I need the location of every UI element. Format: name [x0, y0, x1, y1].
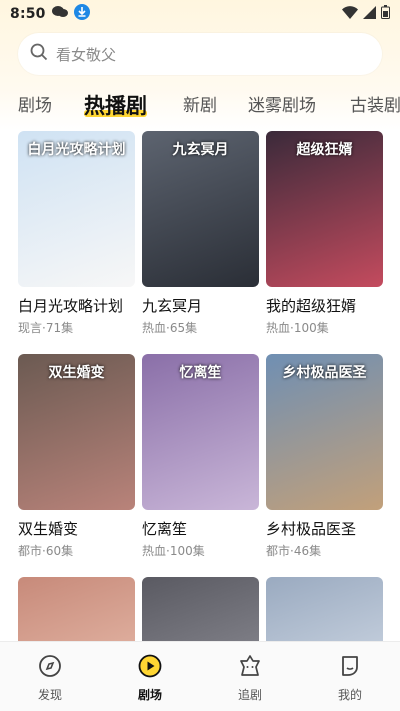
search-bar[interactable]: 看女敬父: [18, 33, 382, 75]
nav-profile[interactable]: 我的: [300, 642, 400, 711]
nav-discover[interactable]: 发现: [0, 642, 100, 711]
drama-card[interactable]: 超级狂婿 我的超级狂婿 热血·100集: [266, 131, 383, 336]
tab-trending[interactable]: 热播剧: [84, 86, 147, 126]
drama-card[interactable]: 九玄冥月 九玄冥月 热血·65集: [142, 131, 259, 336]
drama-title: 白月光攻略计划: [18, 297, 124, 315]
drama-poster[interactable]: 忆离笙: [142, 354, 259, 510]
bottom-nav: 发现 剧场 追剧 我的: [0, 641, 400, 711]
status-bar: 8:50: [0, 0, 400, 28]
follow-icon: [238, 654, 262, 682]
drama-meta: 热血·65集: [142, 321, 198, 335]
download-notification-icon: [73, 4, 90, 24]
signal-icon: [363, 5, 376, 23]
drama-poster[interactable]: 乡村极品医圣: [266, 354, 383, 510]
search-placeholder: 看女敬父: [56, 45, 117, 64]
poster-title: 九玄冥月: [172, 142, 229, 158]
drama-card[interactable]: 忆离笙 忆离笙 热血·100集: [142, 354, 259, 559]
drama-poster[interactable]: 九玄冥月: [142, 131, 259, 287]
drama-meta: 热血·100集: [266, 321, 329, 335]
category-tabs: 剧场 热播剧 新剧 迷雾剧场 古装剧: [0, 86, 400, 126]
drama-title: 我的超级狂婿: [266, 297, 357, 315]
poster-title: 双生婚变: [48, 365, 105, 381]
app-screen: 8:50 看女敬父 剧场 热播剧 新剧 迷雾剧场 古装剧 白月光攻略计划 白月光…: [0, 0, 400, 711]
theater-icon: [137, 654, 163, 682]
drama-title: 双生婚变: [18, 520, 79, 538]
drama-title: 乡村极品医圣: [266, 520, 357, 538]
status-time: 8:50: [10, 6, 46, 22]
search-icon: [30, 43, 48, 65]
drama-poster[interactable]: 白月光攻略计划: [18, 131, 135, 287]
discover-icon: [38, 654, 62, 682]
drama-meta: 都市·60集: [18, 544, 74, 558]
tab-new[interactable]: 新剧: [183, 86, 217, 126]
poster-title: 乡村极品医圣: [282, 365, 367, 381]
drama-card[interactable]: 双生婚变 双生婚变 都市·60集: [18, 354, 135, 559]
nav-follow[interactable]: 追剧: [200, 642, 300, 711]
poster-title: 超级狂婿: [296, 142, 353, 158]
battery-icon: [381, 5, 390, 23]
chat-notification-icon: [51, 6, 68, 22]
poster-title: 白月光攻略计划: [27, 142, 126, 158]
wifi-icon: [342, 5, 358, 23]
nav-follow-label: 追剧: [237, 688, 262, 702]
drama-title: 忆离笙: [142, 520, 188, 538]
nav-discover-label: 发现: [37, 688, 62, 702]
drama-card[interactable]: 白月光攻略计划 白月光攻略计划 现言·71集: [18, 131, 135, 336]
tab-costume[interactable]: 古装剧: [350, 86, 400, 126]
drama-poster[interactable]: 超级狂婿: [266, 131, 383, 287]
tab-mystery[interactable]: 迷雾剧场: [248, 86, 316, 126]
drama-title: 九玄冥月: [142, 297, 203, 315]
nav-theater-label: 剧场: [137, 688, 162, 702]
drama-card[interactable]: 乡村极品医圣 乡村极品医圣 都市·46集: [266, 354, 383, 559]
poster-title: 忆离笙: [179, 365, 222, 381]
drama-meta: 现言·71集: [18, 321, 74, 335]
drama-poster[interactable]: 双生婚变: [18, 354, 135, 510]
drama-meta: 热血·100集: [142, 544, 205, 558]
tab-theater[interactable]: 剧场: [18, 86, 52, 126]
profile-icon: [338, 654, 362, 682]
nav-theater[interactable]: 剧场: [100, 642, 200, 711]
nav-profile-label: 我的: [337, 688, 362, 702]
drama-meta: 都市·46集: [266, 544, 322, 558]
